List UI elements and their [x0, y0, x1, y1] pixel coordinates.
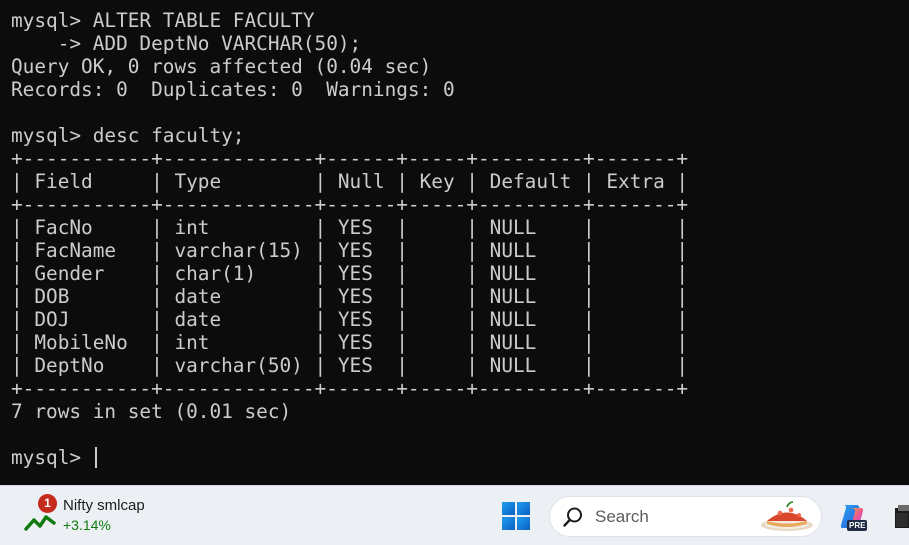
- terminal-line: mysql> ALTER TABLE FACULTY: [11, 9, 315, 32]
- table-row: | DOB | date | YES | | NULL | |: [11, 285, 689, 308]
- notification-badge: 1: [38, 494, 57, 513]
- taskbar: 1 Nifty smlcap +3.14% Search PRE: [0, 485, 909, 545]
- widget-change: +3.14%: [63, 517, 111, 533]
- search-icon: [563, 507, 582, 527]
- command-prompt[interactable]: mysql>: [11, 446, 93, 469]
- table-row: | DOJ | date | YES | | NULL | |: [11, 308, 689, 331]
- search-box[interactable]: Search: [549, 496, 822, 537]
- pie-icon: [761, 501, 813, 531]
- stock-widget[interactable]: 1 Nifty smlcap +3.14%: [24, 494, 164, 538]
- start-button[interactable]: [501, 501, 531, 531]
- table-border: +-----------+-------------+------+-----+…: [11, 147, 689, 170]
- terminal-line: mysql> desc faculty;: [11, 124, 245, 147]
- table-border: +-----------+-------------+------+-----+…: [11, 193, 689, 216]
- table-header-row: | Field | Type | Null | Key | Default | …: [11, 170, 689, 193]
- terminal-line: Query OK, 0 rows affected (0.04 sec): [11, 55, 432, 78]
- table-row: | Gender | char(1) | YES | | NULL | |: [11, 262, 689, 285]
- terminal-line: 7 rows in set (0.01 sec): [11, 400, 292, 423]
- terminal-window[interactable]: mysql> ALTER TABLE FACULTY -> ADD DeptNo…: [0, 0, 909, 485]
- search-placeholder: Search: [595, 507, 649, 526]
- table-row: | FacName | varchar(15) | YES | | NULL |…: [11, 239, 689, 262]
- stock-trend-icon: [24, 515, 56, 531]
- table-row: | FacNo | int | YES | | NULL | |: [11, 216, 689, 239]
- widget-title: Nifty smlcap: [63, 497, 145, 514]
- text-cursor: [95, 447, 97, 468]
- table-row: | DeptNo | varchar(50) | YES | | NULL | …: [11, 354, 689, 377]
- terminal-line: -> ADD DeptNo VARCHAR(50);: [11, 32, 362, 55]
- terminal-line: Records: 0 Duplicates: 0 Warnings: 0: [11, 78, 455, 101]
- preview-tag: PRE: [847, 520, 868, 531]
- table-row: | MobileNo | int | YES | | NULL | |: [11, 331, 689, 354]
- terminal-app-icon[interactable]: [892, 504, 909, 530]
- table-border: +-----------+-------------+------+-----+…: [11, 377, 689, 400]
